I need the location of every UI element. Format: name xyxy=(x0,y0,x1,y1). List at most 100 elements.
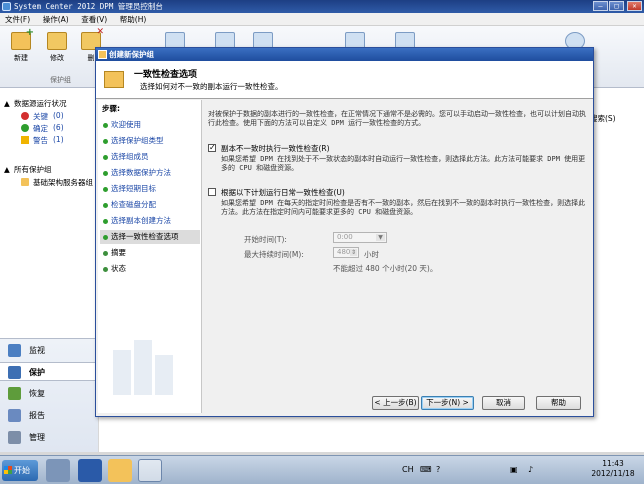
expand-icon[interactable]: ▲ xyxy=(4,165,10,174)
dialog-button-row: < 上一步(B) 下一步(N) > 取消 帮助 xyxy=(96,396,593,416)
critical-icon xyxy=(21,112,29,120)
start-time-label: 开始时间(T): xyxy=(244,235,287,244)
management-icon xyxy=(8,431,21,444)
server-manager-icon[interactable] xyxy=(46,459,70,482)
new-protection-group-icon xyxy=(11,27,34,50)
step-done-icon xyxy=(103,203,108,208)
step-current-icon xyxy=(103,235,108,240)
step-pending-icon xyxy=(103,267,108,272)
step-protection-method[interactable]: 选择数据保护方法 xyxy=(100,166,200,180)
next-button[interactable]: 下一步(N) > xyxy=(421,396,474,410)
new-button[interactable]: 新建 xyxy=(6,27,36,63)
maximize-button[interactable]: □ xyxy=(609,1,624,11)
nav-monitor[interactable]: 监视 xyxy=(0,341,98,360)
decorative-servers-graphic xyxy=(113,340,173,395)
step-pending-icon xyxy=(103,251,108,256)
step-done-icon xyxy=(103,123,108,128)
minimize-button[interactable]: – xyxy=(593,1,608,11)
ok-icon xyxy=(21,124,29,132)
powershell-icon[interactable] xyxy=(78,459,102,482)
nav-management-label: 管理 xyxy=(29,433,45,442)
option1-label[interactable]: 副本不一致时执行一致性检查(R) xyxy=(221,143,330,154)
explorer-icon[interactable] xyxy=(108,459,132,482)
nav-recovery[interactable]: 恢复 xyxy=(0,384,98,403)
chevron-down-icon: ▼ xyxy=(376,234,385,241)
nav-protection[interactable]: 保护 xyxy=(0,362,98,381)
steps-header: 步骤: xyxy=(102,104,120,113)
status-critical-count: (0) xyxy=(53,111,64,120)
step-welcome[interactable]: 欢迎使用 xyxy=(100,118,200,132)
window-title: System Center 2012 DPM 管理员控制台 xyxy=(14,2,163,11)
dialog-header: 一致性检查选项 选择如何对不一致的副本运行一致性检查。 xyxy=(96,61,593,99)
step-label: 选择组成员 xyxy=(111,152,149,161)
help-button[interactable]: 帮助 xyxy=(536,396,581,410)
cancel-button[interactable]: 取消 xyxy=(482,396,525,410)
modify-button[interactable]: 修改 xyxy=(42,32,72,63)
start-button[interactable]: 开始 xyxy=(2,460,38,481)
status-header: 数据源运行状况 xyxy=(14,99,67,108)
step-label: 检查磁盘分配 xyxy=(111,200,156,209)
step-label: 选择数据保护方法 xyxy=(111,168,171,177)
step-done-icon xyxy=(103,187,108,192)
clock-date: 2012/11/18 xyxy=(591,469,635,478)
warning-icon xyxy=(21,136,29,144)
status-ok-count: (6) xyxy=(53,123,64,132)
status-warning-count: (1) xyxy=(53,135,64,144)
network-icon[interactable]: ▣ xyxy=(510,465,518,474)
menu-help[interactable]: 帮助(H) xyxy=(115,13,152,26)
ime-icon[interactable]: ⌨ xyxy=(420,465,432,474)
wizard-content: 对被保护于数据的副本进行的一致性检查，在正常情况下通常不是必需的。您可以手动启动… xyxy=(204,100,591,390)
expand-icon[interactable]: ▲ xyxy=(4,99,10,108)
step-label: 选择一致性检查选项 xyxy=(111,232,179,241)
option1-description: 如果您希望 DPM 在找到处于不一致状态的副本时自动运行一致性检查，则选择此方法… xyxy=(221,155,586,172)
step-short-term-goals[interactable]: 选择短期目标 xyxy=(100,182,200,196)
status-critical-label[interactable]: 关键 xyxy=(33,111,48,122)
status-warning-label[interactable]: 警告 xyxy=(33,135,48,146)
step-label: 摘要 xyxy=(111,248,126,257)
wizard-steps-pane: 步骤: 欢迎使用 选择保护组类型 选择组成员 选择数据保护方法 选择短期目标 检… xyxy=(98,100,202,413)
help-icon[interactable]: ? xyxy=(436,465,440,474)
option2-checkbox[interactable] xyxy=(208,188,216,196)
step-done-icon xyxy=(103,219,108,224)
option2-description: 如果您希望 DPM 在每天的指定时间检查是否有不一致的副本，然后在找到不一致的副… xyxy=(221,199,586,216)
volume-icon[interactable]: ♪ xyxy=(528,465,533,474)
menu-bar: 文件(F) 操作(A) 查看(V) 帮助(H) xyxy=(0,13,644,26)
system-clock[interactable]: 11:43 2012/11/18 xyxy=(585,459,641,479)
wizard-page-title: 一致性检查选项 xyxy=(134,70,198,80)
menu-view[interactable]: 查看(V) xyxy=(76,13,112,26)
step-label: 选择副本创建方法 xyxy=(111,216,171,225)
max-duration-stepper[interactable]: 480 ⇕ xyxy=(333,247,359,258)
option2-label[interactable]: 根据以下计划运行日常一致性检查(U) xyxy=(221,187,345,198)
wizard-folder-icon xyxy=(104,71,124,88)
modify-button-label: 修改 xyxy=(50,54,64,62)
back-button[interactable]: < 上一步(B) xyxy=(372,396,419,410)
step-summary: 摘要 xyxy=(100,246,200,260)
new-button-label: 新建 xyxy=(14,54,28,62)
taskbar: 开始 CH ⌨ ? ▣ ♪ 11:43 2012/11/18 xyxy=(0,455,644,484)
start-time-dropdown[interactable]: 0:00 ▼ xyxy=(333,232,387,243)
step-consistency-check[interactable]: 选择一致性检查选项 xyxy=(100,230,200,244)
modify-icon xyxy=(47,32,67,50)
step-label: 选择短期目标 xyxy=(111,184,156,193)
nav-management[interactable]: 管理 xyxy=(0,428,98,447)
dpm-console-taskbar-button[interactable] xyxy=(138,459,162,482)
step-group-members[interactable]: 选择组成员 xyxy=(100,150,200,164)
protection-icon xyxy=(8,366,21,379)
window-title-bar: System Center 2012 DPM 管理员控制台 – □ ✕ xyxy=(0,0,644,13)
dialog-title-bar: 创建新保护组 xyxy=(96,48,593,61)
menu-action[interactable]: 操作(A) xyxy=(38,13,74,26)
close-button[interactable]: ✕ xyxy=(627,1,642,11)
step-replica-method[interactable]: 选择副本创建方法 xyxy=(100,214,200,228)
clock-time: 11:43 xyxy=(602,459,624,468)
nav-reporting[interactable]: 报告 xyxy=(0,406,98,425)
protection-group-item[interactable]: 基础架构服务器组 xyxy=(33,177,93,188)
language-indicator[interactable]: CH xyxy=(402,465,414,474)
step-disk-allocation[interactable]: 检查磁盘分配 xyxy=(100,198,200,212)
nav-recovery-label: 恢复 xyxy=(29,389,45,398)
step-done-icon xyxy=(103,171,108,176)
ribbon-group-label: 保护组 xyxy=(50,76,71,84)
option1-checkbox[interactable]: ✓ xyxy=(208,144,216,152)
status-ok-label[interactable]: 确定 xyxy=(33,123,48,134)
menu-file[interactable]: 文件(F) xyxy=(0,13,35,26)
step-group-type[interactable]: 选择保护组类型 xyxy=(100,134,200,148)
